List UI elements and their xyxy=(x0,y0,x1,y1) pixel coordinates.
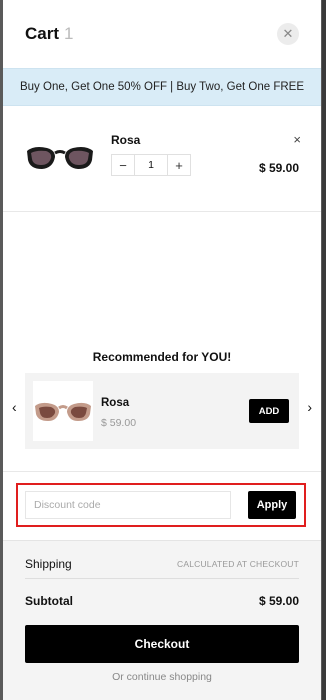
section-divider xyxy=(3,471,321,472)
apply-discount-button[interactable]: Apply xyxy=(248,491,296,519)
close-button[interactable]: ✕ xyxy=(277,23,299,45)
cart-line-item: Rosa × − 1 + $ 59.00 xyxy=(3,106,321,212)
close-icon: ✕ xyxy=(282,26,294,41)
recommendations-carousel: ‹ Rosa $ 59.00 ADD › xyxy=(3,373,321,449)
cart-title-label: Cart xyxy=(25,24,60,43)
increase-quantity-button[interactable]: + xyxy=(168,155,190,175)
page-backdrop xyxy=(322,0,326,700)
subtotal-row: Subtotal $ 59.00 xyxy=(25,588,299,614)
recommended-product-card: Rosa $ 59.00 ADD xyxy=(25,373,299,449)
promo-banner: Buy One, Get One 50% OFF | Buy Two, Get … xyxy=(3,68,321,106)
empty-space xyxy=(3,212,321,350)
checkout-button[interactable]: Checkout xyxy=(25,625,299,663)
recommended-product-image[interactable] xyxy=(33,381,93,441)
cart-drawer: Cart 1 ✕ Buy One, Get One 50% OFF | Buy T… xyxy=(3,0,321,700)
subtotal-label: Subtotal xyxy=(25,594,73,608)
recommendations-section: Recommended for YOU! ‹ Rosa $ 59.00 ADD xyxy=(3,350,321,472)
summary-divider xyxy=(25,578,299,579)
chevron-right-icon[interactable]: › xyxy=(307,399,312,415)
shipping-value: CALCULATED AT CHECKOUT xyxy=(176,559,299,569)
remove-item-button[interactable]: × xyxy=(293,132,301,147)
discount-code-input[interactable] xyxy=(25,491,231,519)
shipping-row: Shipping CALCULATED AT CHECKOUT xyxy=(25,551,299,577)
recommended-product-name[interactable]: Rosa xyxy=(101,397,129,409)
item-price: $ 59.00 xyxy=(258,161,299,175)
quantity-stepper: − 1 + xyxy=(111,154,191,176)
add-to-cart-button[interactable]: ADD xyxy=(249,399,289,423)
quantity-value[interactable]: 1 xyxy=(134,155,168,175)
cart-header: Cart 1 ✕ xyxy=(3,0,321,68)
decrease-quantity-button[interactable]: − xyxy=(112,155,134,175)
shipping-label: Shipping xyxy=(25,557,72,571)
discount-form: Apply xyxy=(16,483,306,527)
chevron-left-icon[interactable]: ‹ xyxy=(12,399,17,415)
recommendations-title: Recommended for YOU! xyxy=(92,350,232,364)
cart-item-count: 1 xyxy=(64,24,74,43)
product-image[interactable] xyxy=(25,138,95,178)
subtotal-value: $ 59.00 xyxy=(258,594,299,608)
order-summary: Shipping CALCULATED AT CHECKOUT Subtotal… xyxy=(3,540,321,700)
cart-title: Cart 1 xyxy=(25,24,73,44)
promo-text: Buy One, Get One 50% OFF | Buy Two, Get … xyxy=(19,81,304,93)
product-name[interactable]: Rosa xyxy=(111,133,140,147)
continue-shopping-link[interactable]: Or continue shopping xyxy=(3,671,321,683)
recommended-product-price: $ 59.00 xyxy=(101,417,137,429)
